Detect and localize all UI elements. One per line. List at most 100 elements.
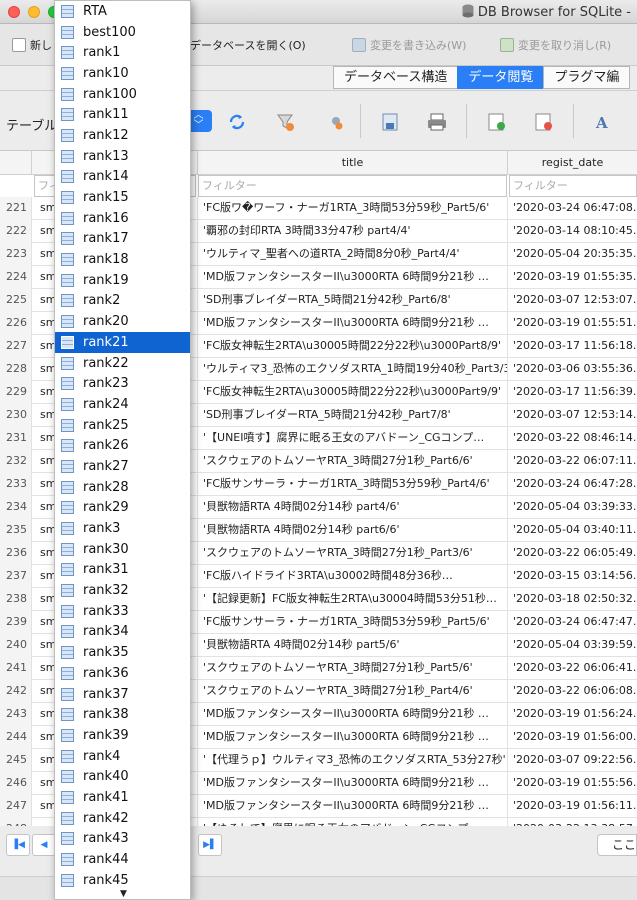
dropdown-item-rank21[interactable]: rank21 bbox=[55, 332, 190, 353]
tab-pragmas[interactable]: プラグマ編 bbox=[543, 66, 631, 89]
row-number-cell[interactable]: 224 bbox=[0, 266, 32, 289]
dropdown-item-rank37[interactable]: rank37 bbox=[55, 684, 190, 705]
open-database-button[interactable]: データベースを開く(O) bbox=[190, 36, 306, 54]
row-number-cell[interactable]: 231 bbox=[0, 427, 32, 450]
clear-filters-icon[interactable] bbox=[275, 112, 297, 132]
regist-date-cell[interactable]: '2020-03-07 12:53:07.1 bbox=[508, 289, 637, 312]
dropdown-item-rank4[interactable]: rank4 bbox=[55, 746, 190, 767]
row-number-cell[interactable]: 228 bbox=[0, 358, 32, 381]
title-cell[interactable]: 'MD版ファンタシースターII\u3000RTA 6時間9分21秒 … bbox=[198, 266, 508, 289]
regist-date-cell[interactable]: '2020-03-19 01:56:11.3 bbox=[508, 795, 637, 818]
dropdown-item-rank29[interactable]: rank29 bbox=[55, 498, 190, 519]
column-header-regist-date[interactable]: regist_date bbox=[508, 151, 637, 175]
dropdown-item-best100[interactable]: best100 bbox=[55, 22, 190, 43]
regist-date-cell[interactable]: '2020-03-17 11:56:39.3 bbox=[508, 381, 637, 404]
row-number-cell[interactable]: 230 bbox=[0, 404, 32, 427]
row-number-cell[interactable]: 233 bbox=[0, 473, 32, 496]
regist-date-cell[interactable]: '2020-03-22 13:38:57.8 bbox=[508, 818, 637, 826]
row-number-cell[interactable]: 240 bbox=[0, 634, 32, 657]
table-dropdown-list[interactable]: RTA best100 rank1 rank10 rank100 rank11 rank12… bbox=[54, 0, 191, 900]
dropdown-item-rank20[interactable]: rank20 bbox=[55, 311, 190, 332]
dropdown-item-rta[interactable]: RTA bbox=[55, 1, 190, 22]
title-cell[interactable]: 'FC版ワ�ワーフ・ナーガ1RTA_3時間53分59秒_Part5/6' bbox=[198, 197, 508, 220]
filter-input-regist-date[interactable]: フィルター bbox=[509, 175, 637, 197]
row-number-cell[interactable]: 248 bbox=[0, 818, 32, 826]
row-number-cell[interactable]: 221 bbox=[0, 197, 32, 220]
regist-date-cell[interactable]: '2020-05-04 03:39:59.8 bbox=[508, 634, 637, 657]
dropdown-item-rank12[interactable]: rank12 bbox=[55, 125, 190, 146]
dropdown-item-rank100[interactable]: rank100 bbox=[55, 84, 190, 105]
dropdown-item-rank42[interactable]: rank42 bbox=[55, 808, 190, 829]
row-number-cell[interactable]: 227 bbox=[0, 335, 32, 358]
regist-date-cell[interactable]: '2020-03-19 01:56:00.7 bbox=[508, 726, 637, 749]
dropdown-item-rank31[interactable]: rank31 bbox=[55, 560, 190, 581]
title-cell[interactable]: '貝獣物語RTA 4時間02分14秒 part5/6' bbox=[198, 634, 508, 657]
dropdown-item-rank33[interactable]: rank33 bbox=[55, 601, 190, 622]
row-number-cell[interactable]: 242 bbox=[0, 680, 32, 703]
title-cell[interactable]: '【記録更新】FC版女神転生2RTA\u30004時間53分51秒… bbox=[198, 588, 508, 611]
regist-date-cell[interactable]: '2020-03-17 11:56:18.2 bbox=[508, 335, 637, 358]
dropdown-item-rank39[interactable]: rank39 bbox=[55, 725, 190, 746]
dropdown-item-rank2[interactable]: rank2 bbox=[55, 291, 190, 312]
title-cell[interactable]: '【代理うｐ】ウルティマ3_恐怖のエクソダスRTA_53分27秒' bbox=[198, 749, 508, 772]
regist-date-cell[interactable]: '2020-03-22 08:46:14.0 bbox=[508, 427, 637, 450]
dropdown-item-rank24[interactable]: rank24 bbox=[55, 394, 190, 415]
row-number-cell[interactable]: 234 bbox=[0, 496, 32, 519]
title-cell[interactable]: 'スクウェアのトムソーヤRTA_3時間27分1秒_Part5/6' bbox=[198, 657, 508, 680]
row-number-cell[interactable]: 232 bbox=[0, 450, 32, 473]
regist-date-cell[interactable]: '2020-03-19 01:55:35.9 bbox=[508, 266, 637, 289]
dropdown-item-rank18[interactable]: rank18 bbox=[55, 249, 190, 270]
row-number-cell[interactable]: 245 bbox=[0, 749, 32, 772]
regist-date-cell[interactable]: '2020-03-24 06:47:08.5 bbox=[508, 197, 637, 220]
row-number-cell[interactable]: 236 bbox=[0, 542, 32, 565]
column-header-title[interactable]: title bbox=[198, 151, 508, 175]
refresh-icon[interactable] bbox=[226, 112, 248, 132]
row-number-cell[interactable]: 246 bbox=[0, 772, 32, 795]
previous-record-button[interactable]: ◀ bbox=[32, 834, 56, 856]
dropdown-item-rank1[interactable]: rank1 bbox=[55, 42, 190, 63]
row-number-cell[interactable]: 223 bbox=[0, 243, 32, 266]
filter-input-title[interactable]: フィルター bbox=[198, 175, 507, 197]
dropdown-item-rank36[interactable]: rank36 bbox=[55, 663, 190, 684]
first-record-button[interactable]: ▐◀ bbox=[6, 834, 30, 856]
dropdown-item-rank15[interactable]: rank15 bbox=[55, 187, 190, 208]
title-cell[interactable]: '【ゆるして】腐界に眠る王女のアバドーン_CGコンプ… bbox=[198, 818, 508, 826]
dropdown-item-rank27[interactable]: rank27 bbox=[55, 456, 190, 477]
dropdown-item-rank38[interactable]: rank38 bbox=[55, 704, 190, 725]
row-number-cell[interactable]: 226 bbox=[0, 312, 32, 335]
row-number-cell[interactable]: 247 bbox=[0, 795, 32, 818]
dropdown-item-rank32[interactable]: rank32 bbox=[55, 580, 190, 601]
regist-date-cell[interactable]: '2020-03-19 01:55:56.8 bbox=[508, 772, 637, 795]
dropdown-item-rank14[interactable]: rank14 bbox=[55, 167, 190, 188]
regist-date-cell[interactable]: '2020-03-22 06:05:49.9 bbox=[508, 542, 637, 565]
row-number-cell[interactable]: 222 bbox=[0, 220, 32, 243]
title-cell[interactable]: 'MD版ファンタシースターII\u3000RTA 6時間9分21秒 … bbox=[198, 312, 508, 335]
row-number-cell[interactable]: 225 bbox=[0, 289, 32, 312]
dropdown-item-rank23[interactable]: rank23 bbox=[55, 373, 190, 394]
dropdown-item-rank22[interactable]: rank22 bbox=[55, 353, 190, 374]
regist-date-cell[interactable]: '2020-03-07 09:22:56.8 bbox=[508, 749, 637, 772]
regist-date-cell[interactable]: '2020-03-24 06:47:47.7 bbox=[508, 611, 637, 634]
title-cell[interactable]: '【UNEI噴す】腐界に眠る王女のアバドーン_CGコンプ… bbox=[198, 427, 508, 450]
write-changes-button[interactable]: 変更を書き込み(W) bbox=[352, 36, 466, 54]
dropdown-item-rank44[interactable]: rank44 bbox=[55, 849, 190, 870]
row-number-cell[interactable]: 243 bbox=[0, 703, 32, 726]
title-cell[interactable]: '貝獣物語RTA 4時間02分14秒 part6/6' bbox=[198, 519, 508, 542]
new-database-button[interactable]: 新し bbox=[12, 36, 52, 54]
title-cell[interactable]: 'MD版ファンタシースターII\u3000RTA 6時間9分21秒 … bbox=[198, 772, 508, 795]
title-cell[interactable]: 'ウルティマ3_恐怖のエクソダスRTA_1時間19分40秒_Part3/3' bbox=[198, 358, 508, 381]
title-cell[interactable]: 'スクウェアのトムソーヤRTA_3時間27分1秒_Part6/6' bbox=[198, 450, 508, 473]
dropdown-item-rank30[interactable]: rank30 bbox=[55, 539, 190, 560]
regist-date-cell[interactable]: '2020-03-22 06:06:08.5 bbox=[508, 680, 637, 703]
title-cell[interactable]: '覇邪の封印RTA 3時間33分47秒 part4/4' bbox=[198, 220, 508, 243]
font-format-icon[interactable]: A bbox=[592, 112, 614, 132]
dropdown-item-rank40[interactable]: rank40 bbox=[55, 766, 190, 787]
row-number-cell[interactable]: 244 bbox=[0, 726, 32, 749]
goto-button[interactable]: ここ bbox=[597, 834, 637, 856]
regist-date-cell[interactable]: '2020-03-24 06:47:28.8 bbox=[508, 473, 637, 496]
title-cell[interactable]: 'ウルティマ_聖者への道RTA_2時間8分0秒_Part4/4' bbox=[198, 243, 508, 266]
title-cell[interactable]: 'FC版女神転生2RTA\u30005時間22分22秒\u3000Part9/9… bbox=[198, 381, 508, 404]
print-icon[interactable] bbox=[426, 112, 448, 132]
row-number-cell[interactable]: 229 bbox=[0, 381, 32, 404]
dropdown-item-rank13[interactable]: rank13 bbox=[55, 146, 190, 167]
